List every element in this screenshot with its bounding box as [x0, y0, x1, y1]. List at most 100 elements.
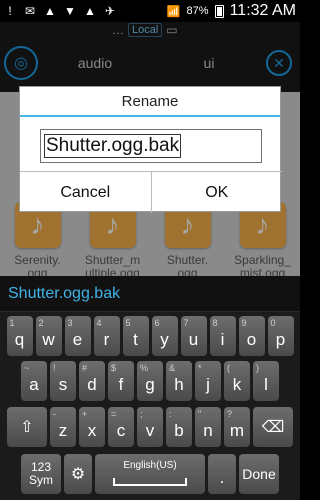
key-o[interactable]: 9o	[238, 316, 265, 356]
alert-icon: !	[8, 4, 12, 18]
key-label: k	[232, 375, 242, 394]
key-n[interactable]: " n	[195, 407, 221, 447]
key-label: b	[174, 421, 184, 440]
key-m[interactable]: ? m	[224, 407, 250, 447]
suggestion-strip[interactable]: Shutter.ogg.bak	[0, 276, 300, 312]
airplane-icon: ✈	[104, 4, 116, 18]
key-secondary-label: -	[53, 409, 56, 419]
key-j[interactable]: * j	[195, 361, 221, 401]
key-f[interactable]: $ f	[108, 361, 134, 401]
key-secondary-label: +	[82, 409, 88, 419]
key-label: i	[220, 330, 225, 349]
key-label: t	[133, 330, 138, 349]
wifi-icon: 📶	[166, 5, 181, 18]
key-v[interactable]: ; v	[137, 407, 163, 447]
key-label: f	[118, 375, 124, 394]
period-key[interactable]: .	[208, 454, 236, 494]
warning-icon: ▲	[44, 4, 56, 18]
key-secondary-label: %	[140, 363, 149, 373]
space-key[interactable]: English(US)	[95, 454, 205, 494]
rename-input[interactable]: Shutter.ogg.bak	[40, 129, 262, 163]
key-secondary-label: =	[111, 409, 117, 419]
key-t[interactable]: 5t	[122, 316, 149, 356]
key-label: v	[145, 421, 155, 440]
key-y[interactable]: 6y	[151, 316, 178, 356]
key-x[interactable]: + x	[79, 407, 105, 447]
key-label: l	[264, 375, 268, 394]
sym-key[interactable]: 123 Sym	[21, 454, 61, 494]
key-c[interactable]: = c	[108, 407, 134, 447]
key-label: j	[206, 375, 210, 394]
key-label: z	[58, 421, 68, 440]
key-label: h	[174, 375, 184, 394]
key-label: o	[246, 330, 257, 349]
screen: ! ✉ ▲ ▼ ▲ ✈ 📶 87% 11:32 AM … Local ▭ ◎ audio …	[0, 0, 300, 500]
email-icon: ✉	[24, 4, 36, 18]
rename-input-value: Shutter.ogg.bak	[43, 134, 182, 158]
rename-dialog: Rename Shutter.ogg.bak Cancel OK	[19, 86, 282, 213]
key-label: q	[14, 330, 25, 349]
key-s[interactable]: ! s	[50, 361, 76, 401]
backspace-key[interactable]: ⌫	[253, 407, 293, 447]
key-secondary-label: )	[256, 363, 259, 373]
key-g[interactable]: % g	[137, 361, 163, 401]
key-label: y	[160, 330, 169, 349]
key-label: a	[29, 375, 39, 394]
keyboard: 1q2w3e4r5t6y7u8i9o0p ~ a! s # d $ f% g & h * j(k) l …	[0, 312, 300, 500]
dialog-title: Rename	[20, 87, 280, 117]
key-l[interactable]: ) l	[253, 361, 279, 401]
key-secondary-label: 0	[270, 318, 276, 328]
key-d[interactable]: # d	[79, 361, 105, 401]
shift-key[interactable]: ⇧	[7, 407, 47, 447]
keyboard-row-2: ~ a! s # d $ f% g & h * j(k) l	[0, 361, 300, 401]
key-label: n	[203, 421, 213, 440]
key-u[interactable]: 7u	[180, 316, 207, 356]
key-z[interactable]: -z	[50, 407, 76, 447]
status-bar: ! ✉ ▲ ▼ ▲ ✈ 📶 87% 11:32 AM	[0, 0, 300, 22]
key-label: x	[87, 421, 97, 440]
battery-percent: 87%	[186, 5, 209, 17]
key-p[interactable]: 0p	[267, 316, 294, 356]
key-label: w	[42, 330, 55, 349]
battery-icon	[214, 4, 224, 18]
key-secondary-label: :	[169, 409, 172, 419]
keyboard-row-3: ⇧ - z + x = c; v: b " n? m ⌫	[0, 407, 300, 447]
key-secondary-label: 3	[67, 318, 73, 328]
status-icons-left: ! ✉ ▲ ▼ ▲ ✈	[4, 4, 116, 18]
key-secondary-label: 2	[38, 318, 44, 328]
ok-button[interactable]: OK	[150, 172, 283, 213]
key-secondary-label: 4	[96, 318, 102, 328]
key-h[interactable]: & h	[166, 361, 192, 401]
key-secondary-label: 1	[9, 318, 15, 328]
key-secondary-label: 9	[241, 318, 247, 328]
status-icons-right: 📶 87% 11:32 AM	[167, 2, 296, 20]
keyboard-row-1: 1q2w3e4r5t6y7u8i9o0p	[0, 316, 300, 356]
key-secondary-label: 5	[125, 318, 131, 328]
key-i[interactable]: 8i	[209, 316, 236, 356]
key-label: c	[116, 421, 126, 440]
download-icon: ▼	[64, 4, 76, 18]
suggestion-text[interactable]: Shutter.ogg.bak	[8, 285, 120, 303]
key-secondary-label: (	[227, 363, 230, 373]
key-label: r	[103, 330, 110, 349]
key-q[interactable]: 1q	[6, 316, 33, 356]
keyboard-row-4: 123 Sym ⚙ English(US) . Done	[0, 454, 300, 494]
done-key[interactable]: Done	[239, 454, 279, 494]
key-label: e	[72, 330, 83, 349]
gear-icon[interactable]: ⚙	[64, 454, 92, 494]
key-secondary-label: *	[198, 363, 202, 373]
key-label: m	[229, 421, 245, 440]
key-secondary-label: ~	[24, 363, 30, 373]
key-k[interactable]: (k	[224, 361, 250, 401]
key-a[interactable]: ~ a	[21, 361, 47, 401]
key-label: p	[275, 330, 286, 349]
cancel-button[interactable]: Cancel	[20, 172, 151, 213]
key-secondary-label: ?	[227, 409, 233, 419]
key-r[interactable]: 4r	[93, 316, 120, 356]
key-label: g	[145, 375, 155, 394]
dialog-buttons: Cancel OK	[20, 171, 282, 213]
key-secondary-label: $	[111, 363, 117, 373]
key-w[interactable]: 2w	[35, 316, 62, 356]
key-b[interactable]: :b	[166, 407, 192, 447]
key-e[interactable]: 3e	[64, 316, 91, 356]
